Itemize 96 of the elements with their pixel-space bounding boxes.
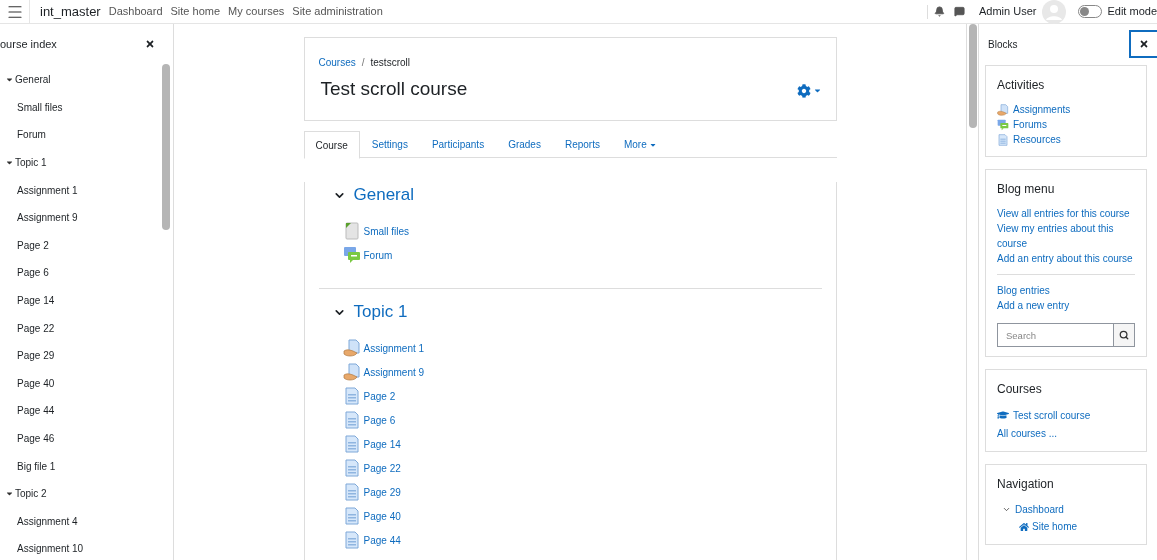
index-item[interactable]: Page 22	[17, 320, 55, 336]
file-icon	[342, 222, 361, 240]
activity-link[interactable]: Page 44	[363, 532, 401, 548]
close-icon	[1139, 39, 1149, 49]
breadcrumb-link[interactable]: Courses	[318, 55, 356, 70]
tab[interactable]: Grades	[496, 131, 553, 158]
index-item[interactable]: Small files	[17, 99, 63, 115]
close-button[interactable]	[1129, 30, 1157, 58]
page-icon	[342, 507, 361, 525]
user-name[interactable]: Admin User	[979, 3, 1037, 20]
index-item[interactable]: Page 2	[17, 237, 49, 253]
block-link[interactable]: Resources	[1013, 132, 1061, 147]
nav-link[interactable]: Site home	[170, 3, 221, 20]
tab[interactable]: Reports	[552, 131, 612, 158]
blog-link[interactable]: Add a new entry	[997, 298, 1135, 313]
gear-icon	[796, 83, 811, 98]
course-link[interactable]: Test scroll course	[1013, 407, 1091, 423]
blog-link[interactable]: Add an entry about this course	[997, 251, 1135, 266]
page-icon	[342, 411, 361, 429]
index-item[interactable]: Assignment 1	[17, 182, 78, 198]
assignment-icon	[342, 339, 361, 357]
breadcrumb-separator: /	[361, 56, 365, 70]
tab[interactable]: More	[611, 131, 669, 158]
activity-link[interactable]: Page 14	[363, 436, 401, 452]
index-item[interactable]: Page 14	[17, 293, 55, 309]
forum-icon	[997, 118, 1009, 131]
activity-link[interactable]: Page 29	[363, 484, 401, 500]
assignment-icon	[997, 103, 1009, 116]
page-icon	[342, 435, 361, 453]
block-title: Blog menu	[997, 181, 1056, 198]
assignment-icon	[342, 363, 361, 381]
tab[interactable]: Participants	[419, 131, 497, 158]
page-icon	[342, 483, 361, 501]
drawer-title: ourse index	[0, 36, 57, 52]
activity-link[interactable]: Assignment 1	[363, 340, 425, 356]
close-icon	[145, 39, 155, 49]
nav-link[interactable]: Dashboard	[108, 3, 163, 20]
edit-mode-switch[interactable]	[1078, 5, 1103, 18]
activity-link[interactable]: Page 6	[363, 412, 396, 428]
forum-icon	[342, 246, 361, 264]
blog-link[interactable]: Blog entries	[997, 283, 1135, 298]
index-section[interactable]: Topic 2	[15, 486, 47, 502]
scrollbar-thumb[interactable]	[162, 64, 170, 230]
index-item[interactable]: Big file 1	[17, 458, 56, 474]
all-courses-link[interactable]: All courses ...	[997, 425, 1058, 441]
search-icon	[1119, 330, 1129, 340]
page-icon	[997, 133, 1009, 146]
settings-menu-button[interactable]	[796, 83, 822, 98]
index-item[interactable]: Page 6	[17, 265, 49, 281]
drawer-title: Blocks	[988, 37, 1018, 52]
page-icon	[342, 387, 361, 405]
nav-tree-link[interactable]: Site home	[1032, 519, 1078, 534]
nav-tree-link[interactable]: Dashboard	[1015, 502, 1064, 517]
message-icon[interactable]	[954, 6, 965, 17]
nav-link[interactable]: My courses	[228, 3, 285, 20]
activity-link[interactable]: Page 40	[363, 508, 401, 524]
block-title: Navigation	[997, 476, 1055, 493]
activity-link[interactable]: Page 22	[363, 460, 401, 476]
tab[interactable]: Course	[303, 131, 360, 159]
edit-mode-label: Edit mode	[1107, 4, 1157, 20]
search-field[interactable]: Search	[997, 323, 1114, 347]
blog-link[interactable]: View my entries about this course	[997, 221, 1135, 251]
index-item[interactable]: Page 44	[17, 403, 55, 419]
index-item[interactable]: Forum	[17, 127, 46, 143]
blog-link[interactable]: View all entries for this course	[997, 206, 1135, 221]
current-page-label[interactable]: testscroll	[370, 55, 410, 70]
index-item[interactable]: Assignment 9	[17, 210, 78, 226]
activity-link[interactable]: Page 2	[363, 388, 396, 404]
block-link[interactable]: Assignments	[1013, 102, 1071, 117]
course-title: Test scroll course	[320, 77, 468, 101]
close-button[interactable]	[145, 39, 155, 49]
block-title: Activities	[997, 77, 1046, 94]
page-icon	[342, 531, 361, 549]
section-title[interactable]: General	[353, 182, 414, 208]
site-name[interactable]: int_master	[40, 1, 101, 22]
activity-link[interactable]: Assignment 9	[363, 364, 425, 380]
index-section[interactable]: General	[15, 72, 51, 88]
activity-link[interactable]: Forum	[363, 247, 393, 263]
index-item[interactable]: Page 40	[17, 375, 55, 391]
activity-link[interactable]: Small files	[363, 223, 410, 239]
home-icon	[1019, 521, 1029, 532]
section-title[interactable]: Topic 1	[353, 299, 408, 325]
scrollbar-thumb[interactable]	[968, 24, 977, 128]
index-item[interactable]: Assignment 10	[17, 541, 84, 557]
index-item[interactable]: Page 29	[17, 348, 55, 364]
index-section[interactable]: Topic 1	[15, 155, 47, 171]
tab[interactable]: Settings	[359, 131, 420, 158]
index-item[interactable]: Assignment 4	[17, 513, 78, 529]
block-link[interactable]: Forums	[1013, 117, 1047, 132]
block-title: Courses	[997, 381, 1043, 398]
graduation-cap-icon	[997, 409, 1009, 421]
nav-link[interactable]: Site administration	[292, 3, 383, 20]
page-icon	[342, 459, 361, 477]
index-item[interactable]: Page 46	[17, 431, 55, 446]
notification-icon[interactable]	[934, 6, 945, 17]
search-button[interactable]	[1114, 323, 1135, 347]
